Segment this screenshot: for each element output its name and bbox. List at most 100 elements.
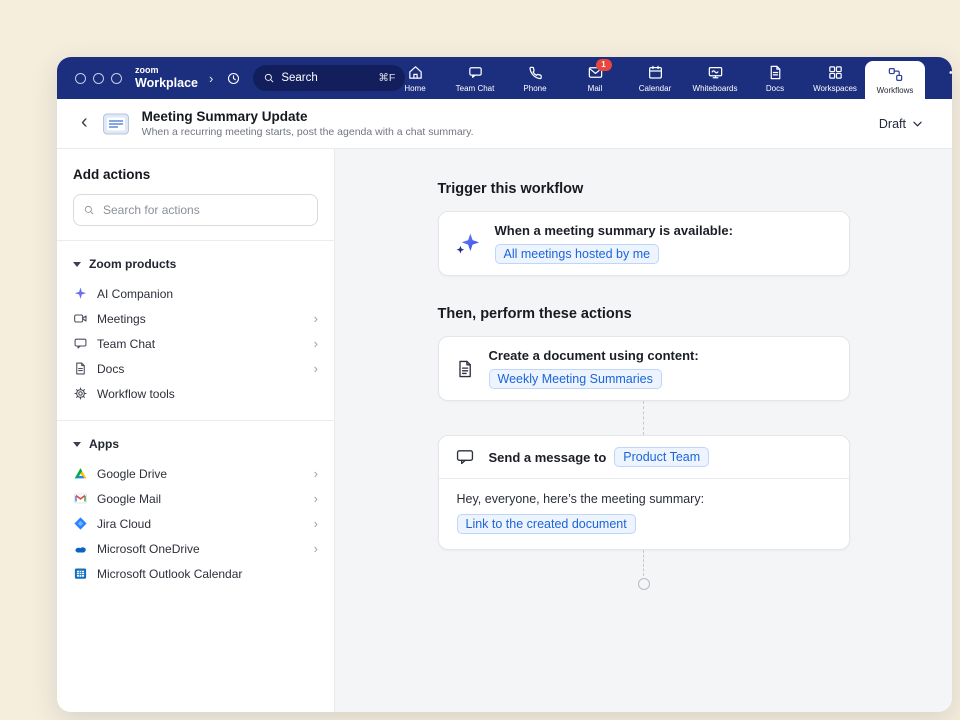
docs-icon [73, 361, 88, 376]
send-message-text: Send a message to [489, 450, 607, 465]
flow-connector [643, 550, 644, 576]
workflow-canvas: Trigger this workflow When a meeting sum… [335, 149, 952, 712]
actions-search[interactable] [73, 194, 318, 226]
item-label: Jira Cloud [97, 517, 151, 531]
nav-expand-chevron-icon[interactable]: › [209, 71, 213, 86]
nav-label: Workspaces [813, 84, 857, 93]
docs-icon [767, 64, 784, 81]
message-body: Hey, everyone, here’s the meeting summar… [439, 479, 849, 549]
chevron-down-icon [913, 121, 922, 127]
sidebar-item-google-drive[interactable]: Google Drive › [73, 461, 318, 486]
nav-tabs: Home Team Chat Phone 1 Mail Calendar [385, 57, 952, 99]
outlook-calendar-icon [73, 566, 88, 581]
message-body-text: Hey, everyone, here’s the meeting summar… [457, 492, 831, 506]
item-label: Team Chat [97, 337, 155, 351]
nav-item-phone[interactable]: Phone [505, 57, 565, 99]
nav-item-workspaces[interactable]: Workspaces [805, 57, 865, 99]
top-navbar: zoom Workplace › Search ⌘F Home Team Cha… [57, 57, 952, 99]
nav-item-docs[interactable]: Docs [745, 57, 805, 99]
jira-cloud-icon [73, 516, 88, 531]
global-search[interactable]: Search ⌘F [253, 65, 405, 91]
search-icon [83, 204, 95, 216]
actions-heading: Then, perform these actions [438, 306, 850, 322]
document-icon [455, 359, 475, 379]
phone-icon [527, 64, 544, 81]
meeting-summary-icon [102, 112, 130, 136]
more-icon [947, 64, 953, 81]
item-label: Meetings [97, 312, 146, 326]
actions-sidebar: Add actions Zoom products AI Companion [57, 149, 335, 712]
message-bubble-icon [455, 447, 475, 467]
divider [57, 420, 334, 421]
actions-search-input[interactable] [101, 202, 308, 218]
item-label: Google Mail [97, 492, 161, 506]
create-document-content: Create a document using content: Weekly … [489, 348, 699, 389]
section-zoom-products[interactable]: Zoom products [73, 257, 318, 271]
onedrive-icon [73, 541, 88, 556]
whiteboard-icon [707, 64, 724, 81]
nav-item-team-chat[interactable]: Team Chat [445, 57, 505, 99]
logo-zoom-text: zoom [135, 66, 198, 75]
window-control-dot[interactable] [93, 73, 104, 84]
workflows-icon [887, 66, 904, 83]
window-control-dot[interactable] [111, 73, 122, 84]
sidebar-item-team-chat[interactable]: Team Chat › [73, 331, 318, 356]
item-label: AI Companion [97, 287, 173, 301]
chevron-right-icon: › [314, 517, 318, 530]
document-content-chip[interactable]: Weekly Meeting Summaries [489, 369, 662, 389]
collapse-triangle-icon [73, 442, 81, 447]
sidebar-item-docs[interactable]: Docs › [73, 356, 318, 381]
chevron-right-icon: › [314, 362, 318, 375]
trigger-scope-chip[interactable]: All meetings hosted by me [495, 244, 660, 264]
window-controls [75, 73, 122, 84]
trigger-content: When a meeting summary is available: All… [495, 223, 733, 264]
sidebar-item-google-mail[interactable]: Google Mail › [73, 486, 318, 511]
sidebar-item-workflow-tools[interactable]: Workflow tools [73, 381, 318, 406]
window-control-dot[interactable] [75, 73, 86, 84]
nav-item-calendar[interactable]: Calendar [625, 57, 685, 99]
chevron-right-icon: › [314, 542, 318, 555]
back-button[interactable]: ‹ [79, 112, 90, 135]
workflow-titles: Meeting Summary Update When a recurring … [142, 109, 474, 138]
create-document-card[interactable]: Create a document using content: Weekly … [438, 336, 850, 401]
team-chat-icon [467, 64, 484, 81]
sparkle-icon [455, 231, 481, 257]
nav-item-more[interactable]: M [925, 57, 952, 99]
nav-item-workflows[interactable]: Workflows [865, 61, 925, 99]
nav-item-whiteboards[interactable]: Whiteboards [685, 57, 745, 99]
send-message-header: Send a message to Product Team [439, 436, 849, 479]
recipient-chip[interactable]: Product Team [614, 447, 709, 467]
nav-item-mail[interactable]: 1 Mail [565, 57, 625, 99]
flow-connector [643, 401, 644, 435]
nav-label: Home [404, 84, 425, 93]
document-link-chip[interactable]: Link to the created document [457, 514, 636, 534]
sidebar-item-ai-companion[interactable]: AI Companion [73, 281, 318, 306]
gear-icon [73, 386, 88, 401]
calendar-icon [647, 64, 664, 81]
workflow-subtitle: When a recurring meeting starts, post th… [142, 126, 474, 138]
item-label: Microsoft OneDrive [97, 542, 200, 556]
google-mail-icon [73, 491, 88, 506]
chevron-right-icon: › [314, 312, 318, 325]
flow-end-node[interactable] [638, 578, 650, 590]
nav-item-home[interactable]: Home [385, 57, 445, 99]
sidebar-item-microsoft-onedrive[interactable]: Microsoft OneDrive › [73, 536, 318, 561]
trigger-text: When a meeting summary is available: [495, 223, 733, 238]
nav-label: Calendar [639, 84, 671, 93]
divider [57, 240, 334, 241]
nav-label: Docs [766, 84, 784, 93]
nav-label: Phone [523, 84, 546, 93]
sidebar-item-jira-cloud[interactable]: Jira Cloud › [73, 511, 318, 536]
trigger-card[interactable]: When a meeting summary is available: All… [438, 211, 850, 276]
item-label: Google Drive [97, 467, 167, 481]
draft-status-dropdown[interactable]: Draft [871, 111, 930, 137]
sidebar-item-meetings[interactable]: Meetings › [73, 306, 318, 331]
team-chat-icon [73, 336, 88, 351]
history-icon[interactable] [222, 67, 244, 89]
section-apps[interactable]: Apps [73, 437, 318, 451]
section-label: Apps [89, 437, 119, 451]
nav-label: Workflows [877, 86, 914, 95]
send-message-card[interactable]: Send a message to Product Team Hey, ever… [438, 435, 850, 550]
workflow-header: ‹ Meeting Summary Update When a recurrin… [57, 99, 952, 149]
sidebar-item-microsoft-outlook-calendar[interactable]: Microsoft Outlook Calendar [73, 561, 318, 586]
